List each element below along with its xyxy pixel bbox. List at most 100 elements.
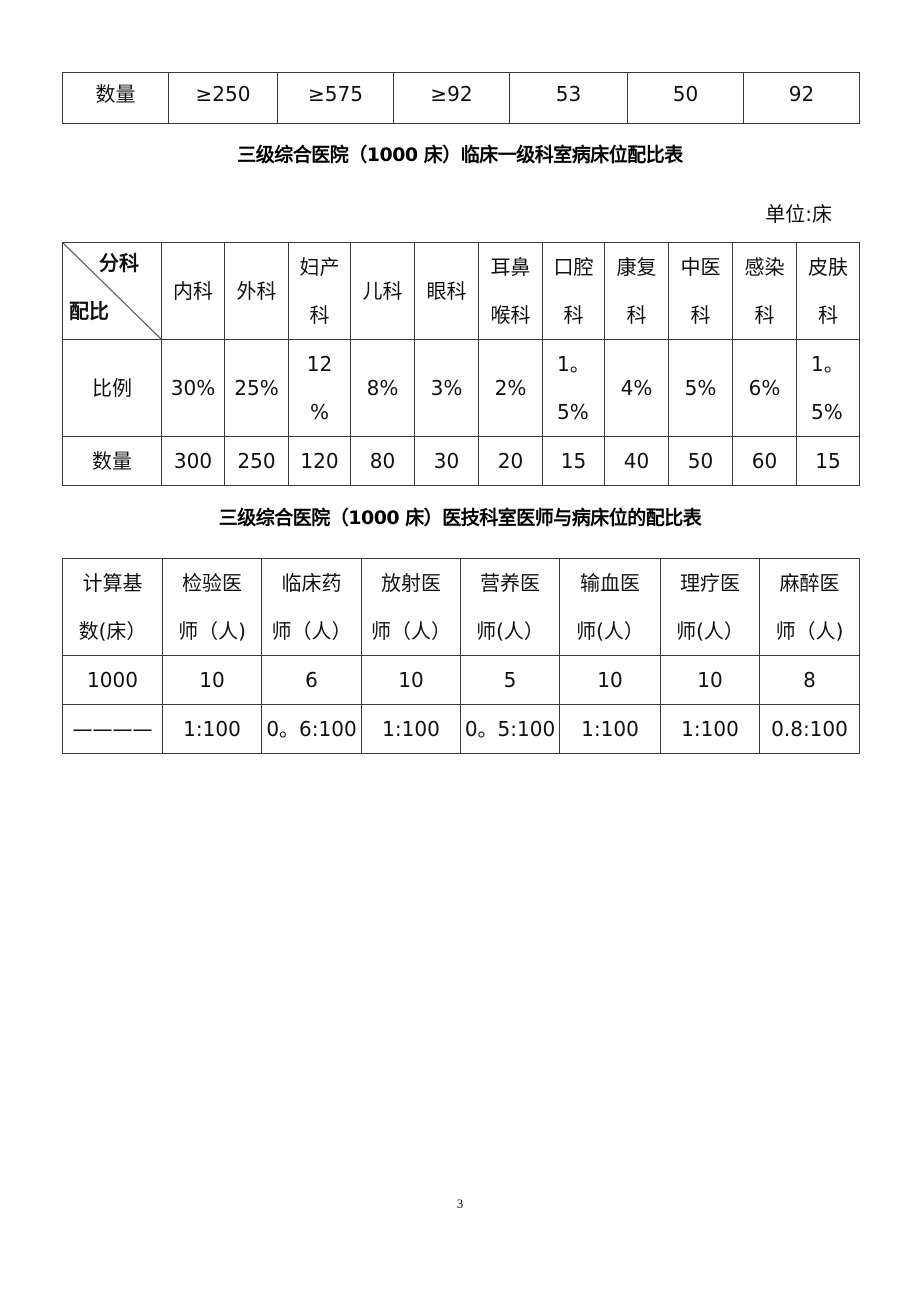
cell-line: 中医 [680, 255, 721, 279]
cell-line: 康复 [616, 255, 657, 279]
column-header: 感染科 [732, 242, 797, 340]
diagonal-corner-cell: 分科 配比 [62, 242, 162, 340]
header-row: 分科 配比 内科 外科 妇产科 儿科 眼科 耳鼻 喉科 口腔科 康复科 中医科 感… [62, 242, 860, 340]
cell-line: 师(人） [676, 619, 744, 643]
table-cell: 10 [660, 655, 760, 705]
cell-line: 儿科 [362, 279, 403, 303]
corner-top-label: 分科 [99, 251, 139, 275]
count-cell: 30 [414, 436, 479, 486]
table-cell: ———— [62, 704, 163, 754]
count-cell: 15 [542, 436, 605, 486]
cell-line: 科 [754, 303, 775, 327]
ratio-cell: 6% [732, 339, 797, 437]
cell-line: 数(床） [78, 619, 147, 643]
table-cell: ≥575 [277, 72, 394, 124]
cell-line: 检验医 [182, 571, 242, 595]
ratio-cell: 8% [350, 339, 415, 437]
cell-line: 1。 [811, 352, 844, 376]
cell-line: 外科 [236, 279, 277, 303]
header-row: 计算基 数(床） 检验医 师（人) 临床药 师（人） 放射医 师（人） 营养医 师(人） … [62, 558, 860, 656]
table-cell: 1:100 [660, 704, 760, 754]
table-cell: 53 [509, 72, 628, 124]
count-cell: 120 [288, 436, 351, 486]
table-cell: 0。5:100 [460, 704, 560, 754]
cell-line: 师(人） [576, 619, 644, 643]
count-cell: 300 [161, 436, 225, 486]
table-cell: 10 [162, 655, 262, 705]
cell-line: 妇产 [299, 255, 340, 279]
ratio-cell: 3% [414, 339, 479, 437]
cell-line: 5% [811, 400, 843, 424]
count-row: 数量 300 250 120 80 30 20 15 40 50 60 15 [62, 436, 860, 486]
column-header: 中医科 [668, 242, 733, 340]
cell-line: 4% [620, 376, 653, 400]
cell-line: 感染 [744, 255, 785, 279]
table-cell: 50 [627, 72, 744, 124]
table-cell: 1:100 [559, 704, 661, 754]
cell-line: 5% [557, 400, 589, 424]
cell-line: 8% [366, 376, 399, 400]
cell-line: 科 [818, 303, 838, 327]
cell-line: 1。 [557, 352, 590, 376]
cell-line: 放射医 [381, 571, 441, 595]
cell-line: 口腔 [553, 255, 594, 279]
count-cell: 50 [668, 436, 733, 486]
cell-line: 师(人） [476, 619, 544, 643]
clinical-dept-bed-ratio-table: 分科 配比 内科 外科 妇产科 儿科 眼科 耳鼻 喉科 口腔科 康复科 中医科 感… [62, 242, 860, 486]
table-cell: 92 [743, 72, 860, 124]
count-cell: 20 [478, 436, 543, 486]
table-cell: 6 [261, 655, 362, 705]
column-header: 检验医师（人) [162, 558, 262, 656]
row-label: 数量 [62, 72, 169, 124]
ratio-cell: 1。 5% [542, 339, 605, 437]
table-cell: 10 [361, 655, 461, 705]
column-header: 康复科 [604, 242, 669, 340]
cell-line: 3% [430, 376, 463, 400]
cell-line: 皮肤 [808, 255, 848, 279]
cell-line: 喉科 [490, 303, 531, 327]
ratio-cell: 25% [224, 339, 289, 437]
page-number: 3 [456, 1196, 464, 1211]
unit-label: 单位:床 [765, 202, 832, 226]
column-header: 麻醉医 师（人) [759, 558, 860, 656]
count-cell: 80 [350, 436, 415, 486]
column-header: 营养医 师(人） [460, 558, 560, 656]
tech-dept-physician-ratio-title: 三级综合医院（1000 床）医技科室医师与病床位的配比表 [218, 507, 702, 529]
table-row: 1000 10 6 10 5 10 10 8 [62, 655, 860, 705]
cell-line: 理疗医 [680, 571, 740, 595]
cell-line: 内科 [173, 279, 213, 303]
cell-line: 科 [309, 303, 330, 327]
cell-line: 2% [494, 376, 527, 400]
ratio-cell: 4% [604, 339, 669, 437]
ratio-cell: 12% [288, 339, 351, 437]
table-cell: 0.8:100 [759, 704, 860, 754]
cell-line: 眼科 [426, 279, 467, 303]
table-cell: 10 [559, 655, 661, 705]
column-header: 皮肤科 [796, 242, 860, 340]
table-cell: 1000 [62, 655, 163, 705]
cell-line: 科 [563, 303, 584, 327]
ratio-cell: 1。 5% [796, 339, 860, 437]
cell-line: 5% [684, 376, 717, 400]
count-cell: 15 [796, 436, 860, 486]
cell-line: 师（人) [178, 619, 246, 643]
count-cell: 60 [732, 436, 797, 486]
ratio-cell: 30% [161, 339, 225, 437]
table-cell: 1:100 [361, 704, 461, 754]
column-header: 眼科 [414, 242, 479, 340]
tech-dept-physician-ratio-table: 计算基 数(床） 检验医 师（人) 临床药 师（人） 放射医 师（人） 营养医 师(人） … [62, 558, 860, 754]
column-header: 儿科 [350, 242, 415, 340]
column-header: 输血医师(人） [559, 558, 661, 656]
bed-count-table-continued: 数量 ≥250 ≥575 ≥92 53 50 92 [62, 72, 860, 124]
cell-line: 输血医 [580, 571, 640, 595]
row-label: 比例 [62, 339, 162, 437]
column-header: 理疗医师(人） [660, 558, 760, 656]
column-header: 内科 [161, 242, 225, 340]
ratio-cell: 5% [668, 339, 733, 437]
column-header: 放射医 师（人） [361, 558, 461, 656]
column-header: 外科 [224, 242, 289, 340]
clinical-dept-bed-ratio-title: 三级综合医院（1000 床）临床一级科室病床位配比表 [237, 144, 683, 166]
cell-line: 师（人) [775, 619, 844, 643]
table-cell: ≥92 [393, 72, 510, 124]
cell-line: 师（人） [271, 619, 352, 643]
